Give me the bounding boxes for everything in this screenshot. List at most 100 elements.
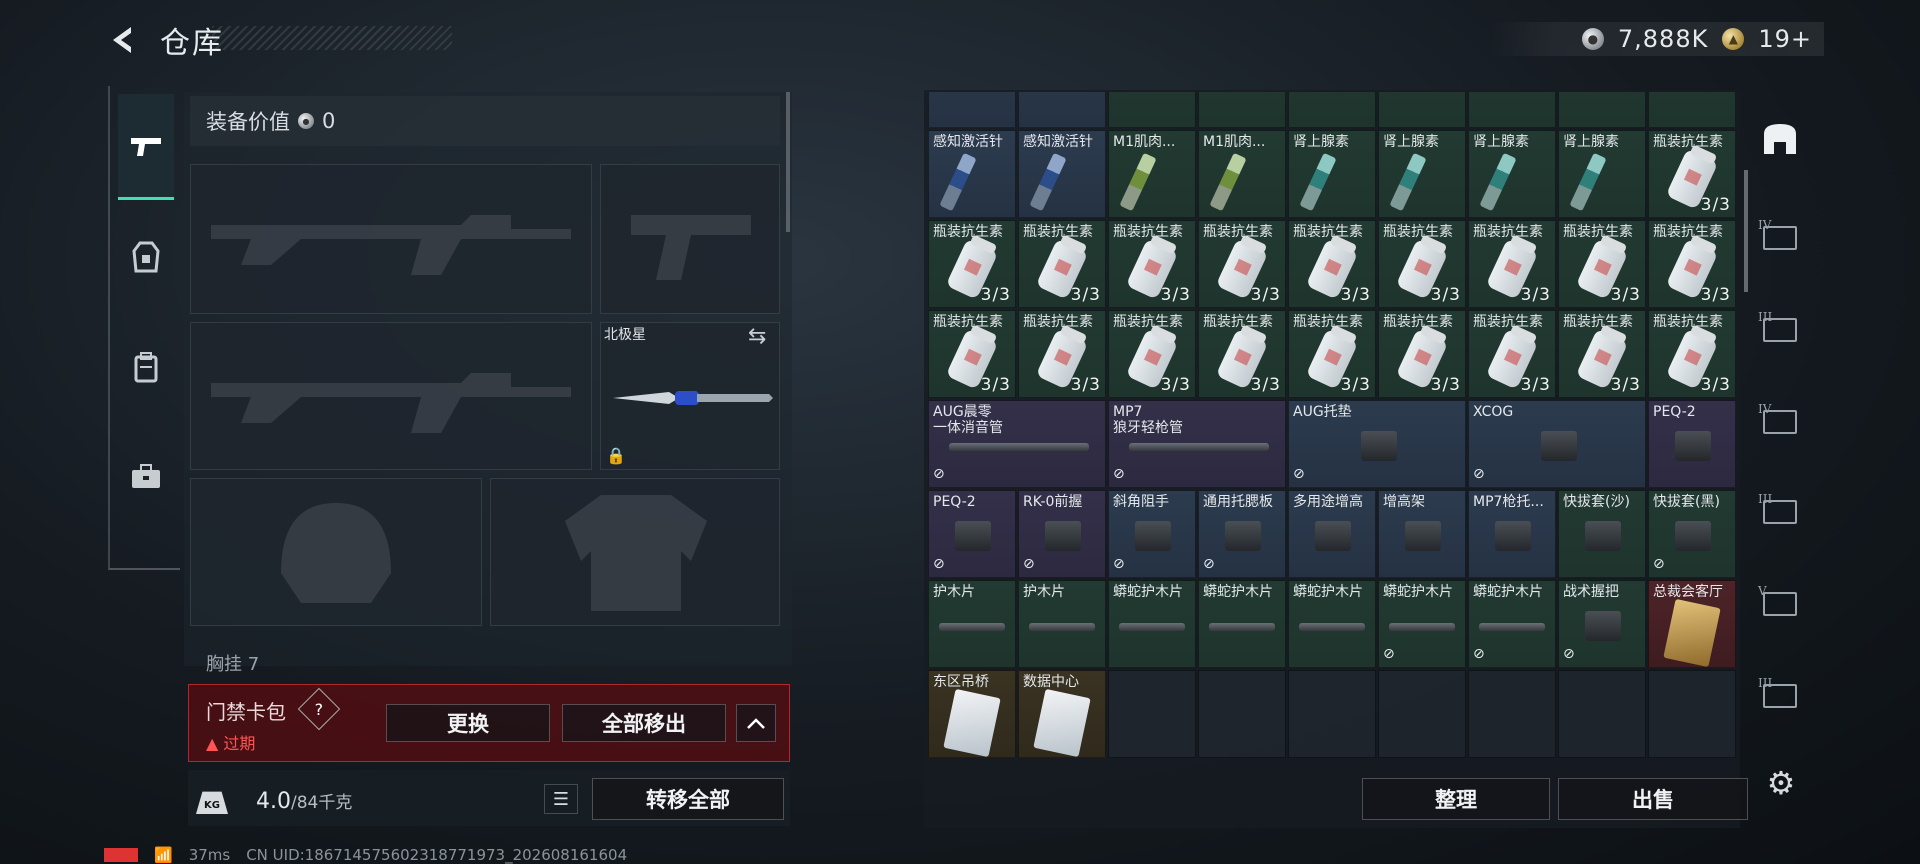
inventory-item[interactable]: M1肌肉... (1108, 130, 1196, 218)
inventory-item[interactable]: 瓶装抗生素 3/3 (1288, 220, 1376, 308)
storage-box-iii-3-icon[interactable]: III (1758, 674, 1802, 718)
inventory-item[interactable]: 瓶装抗生素 3/3 (1378, 220, 1466, 308)
inventory-item[interactable]: 护木片 (1018, 580, 1106, 668)
inventory-item[interactable]: 瓶装抗生素 3/3 (1378, 310, 1466, 398)
inventory-item[interactable]: 肾上腺素 (1558, 130, 1646, 218)
safe-box-icon[interactable] (1758, 116, 1802, 160)
inventory-item[interactable]: 瓶装抗生素 3/3 (1648, 130, 1736, 218)
empty-inventory-cell[interactable] (1288, 670, 1376, 758)
inventory-item[interactable]: 护木片 (928, 580, 1016, 668)
empty-inventory-cell[interactable] (1108, 670, 1196, 758)
safe-icon (1764, 124, 1796, 154)
inventory-item[interactable]: 斜角阻手 ⊘ (1108, 490, 1196, 578)
inventory-item[interactable]: 瓶装抗生素 3/3 (1558, 220, 1646, 308)
inventory-item[interactable]: PEQ-2 (1648, 400, 1736, 488)
inventory-item[interactable]: 蟒蛇护木片 (1288, 580, 1376, 668)
inventory-item[interactable]: 瓶装抗生素 3/3 (1648, 310, 1736, 398)
inventory-item[interactable]: 瓶装抗生素 3/3 (1288, 310, 1376, 398)
loadout-scrollbar[interactable] (786, 92, 790, 232)
inventory-item[interactable]: 瓶装抗生素 3/3 (1198, 220, 1286, 308)
inventory-item[interactable]: 增高架 (1378, 490, 1466, 578)
inventory-scrollbar[interactable] (1744, 170, 1748, 292)
inventory-cell[interactable] (1558, 92, 1646, 128)
inventory-item[interactable]: AUG托垫 ⊘ (1288, 400, 1466, 488)
replace-button[interactable]: 更换 (386, 704, 550, 742)
inventory-item[interactable]: 总裁会客厅 (1648, 580, 1736, 668)
inventory-item[interactable]: XCOG ⊘ (1468, 400, 1646, 488)
inventory-cell[interactable] (1468, 92, 1556, 128)
remove-all-button[interactable]: 全部移出 (562, 704, 726, 742)
inventory-item[interactable]: 瓶装抗生素 3/3 (1108, 220, 1196, 308)
inventory-item[interactable]: 感知激活针 (928, 130, 1016, 218)
inventory-item[interactable]: MP7 狼牙轻枪管 ⊘ (1108, 400, 1286, 488)
collapse-button[interactable] (736, 704, 776, 742)
inventory-cell[interactable] (1288, 92, 1376, 128)
primary-weapon-slot[interactable] (190, 164, 592, 314)
sort-button[interactable]: 整理 (1362, 778, 1550, 820)
attachment-icon (1315, 521, 1351, 551)
transfer-all-button[interactable]: 转移全部 (592, 778, 784, 820)
body-armor-slot[interactable] (490, 478, 780, 626)
storage-box-iv-icon[interactable]: IV (1758, 216, 1802, 260)
silver-coin-icon: ● (1581, 28, 1604, 50)
inventory-item[interactable]: 蟒蛇护木片 (1108, 580, 1196, 668)
inventory-item[interactable]: 感知激活针 (1018, 130, 1106, 218)
inventory-item[interactable]: 快拔套(黑) ⊘ (1648, 490, 1736, 578)
primary-weapon-slot-2[interactable] (190, 322, 592, 470)
empty-inventory-cell[interactable] (1378, 670, 1466, 758)
inventory-cell[interactable] (1018, 92, 1106, 128)
list-icon[interactable]: ☰ (544, 784, 578, 814)
empty-inventory-cell[interactable] (1558, 670, 1646, 758)
inventory-item[interactable]: 通用托腮板 ⊘ (1198, 490, 1286, 578)
inventory-item[interactable]: 瓶装抗生素 3/3 (1108, 310, 1196, 398)
inventory-item[interactable]: 多用途增高 (1288, 490, 1376, 578)
inventory-item[interactable]: 肾上腺素 (1288, 130, 1376, 218)
empty-inventory-cell[interactable] (1468, 670, 1556, 758)
storage-box-iii-2-icon[interactable]: III (1758, 490, 1802, 534)
inventory-item[interactable]: 数据中心 (1018, 670, 1106, 758)
inventory-item[interactable]: 战术握把 ⊘ (1558, 580, 1646, 668)
inventory-item[interactable]: PEQ-2 ⊘ (928, 490, 1016, 578)
tab-backpack[interactable] (118, 314, 174, 420)
inventory-cell[interactable] (1198, 92, 1286, 128)
inventory-cell[interactable] (1108, 92, 1196, 128)
inventory-item[interactable]: 瓶装抗生素 3/3 (1018, 220, 1106, 308)
inventory-item[interactable]: 瓶装抗生素 3/3 (928, 220, 1016, 308)
empty-inventory-cell[interactable] (1198, 670, 1286, 758)
inventory-item[interactable]: 瓶装抗生素 3/3 (1018, 310, 1106, 398)
storage-box-iii-icon[interactable]: III (1758, 308, 1802, 352)
empty-inventory-cell[interactable] (1648, 670, 1736, 758)
inventory-item[interactable]: 瓶装抗生素 3/3 (928, 310, 1016, 398)
inventory-item[interactable]: 瓶装抗生素 3/3 (1558, 310, 1646, 398)
helmet-slot[interactable] (190, 478, 482, 626)
swap-icon[interactable]: ⇆ (748, 324, 766, 349)
storage-box-iv-2-icon[interactable]: IV (1758, 400, 1802, 444)
inventory-item[interactable]: M1肌肉... (1198, 130, 1286, 218)
sell-button[interactable]: 出售 (1558, 778, 1748, 820)
inventory-item[interactable]: 肾上腺素 (1378, 130, 1466, 218)
secondary-weapon-slot[interactable] (600, 164, 780, 314)
storage-box-v-icon[interactable]: V (1758, 582, 1802, 626)
inventory-cell[interactable] (928, 92, 1016, 128)
inventory-item[interactable]: 瓶装抗生素 3/3 (1468, 220, 1556, 308)
inventory-item[interactable]: 快拔套(沙) (1558, 490, 1646, 578)
inventory-item[interactable]: 东区吊桥 (928, 670, 1016, 758)
back-button[interactable] (104, 20, 144, 60)
inventory-item[interactable]: 肾上腺素 (1468, 130, 1556, 218)
inventory-cell[interactable] (1378, 92, 1466, 128)
inventory-item[interactable]: RK-0前握 ⊘ (1018, 490, 1106, 578)
tab-weapons[interactable] (118, 94, 174, 200)
inventory-cell[interactable] (1648, 92, 1736, 128)
inventory-item[interactable]: 蟒蛇护木片 ⊘ (1468, 580, 1556, 668)
tab-armor[interactable] (118, 204, 174, 310)
inventory-item[interactable]: AUG晨零 一体消音管 ⊘ (928, 400, 1106, 488)
inventory-item[interactable]: 蟒蛇护木片 (1198, 580, 1286, 668)
inventory-item[interactable]: MP7枪托... (1468, 490, 1556, 578)
inventory-item[interactable]: 瓶装抗生素 3/3 (1198, 310, 1286, 398)
tab-kit[interactable] (118, 424, 174, 530)
settings-gear-icon[interactable]: ⚙ (1760, 762, 1802, 804)
inventory-item[interactable]: 蟒蛇护木片 ⊘ (1378, 580, 1466, 668)
inventory-item[interactable]: 瓶装抗生素 3/3 (1468, 310, 1556, 398)
item-name: AUG托垫 (1293, 404, 1352, 420)
inventory-item[interactable]: 瓶装抗生素 3/3 (1648, 220, 1736, 308)
